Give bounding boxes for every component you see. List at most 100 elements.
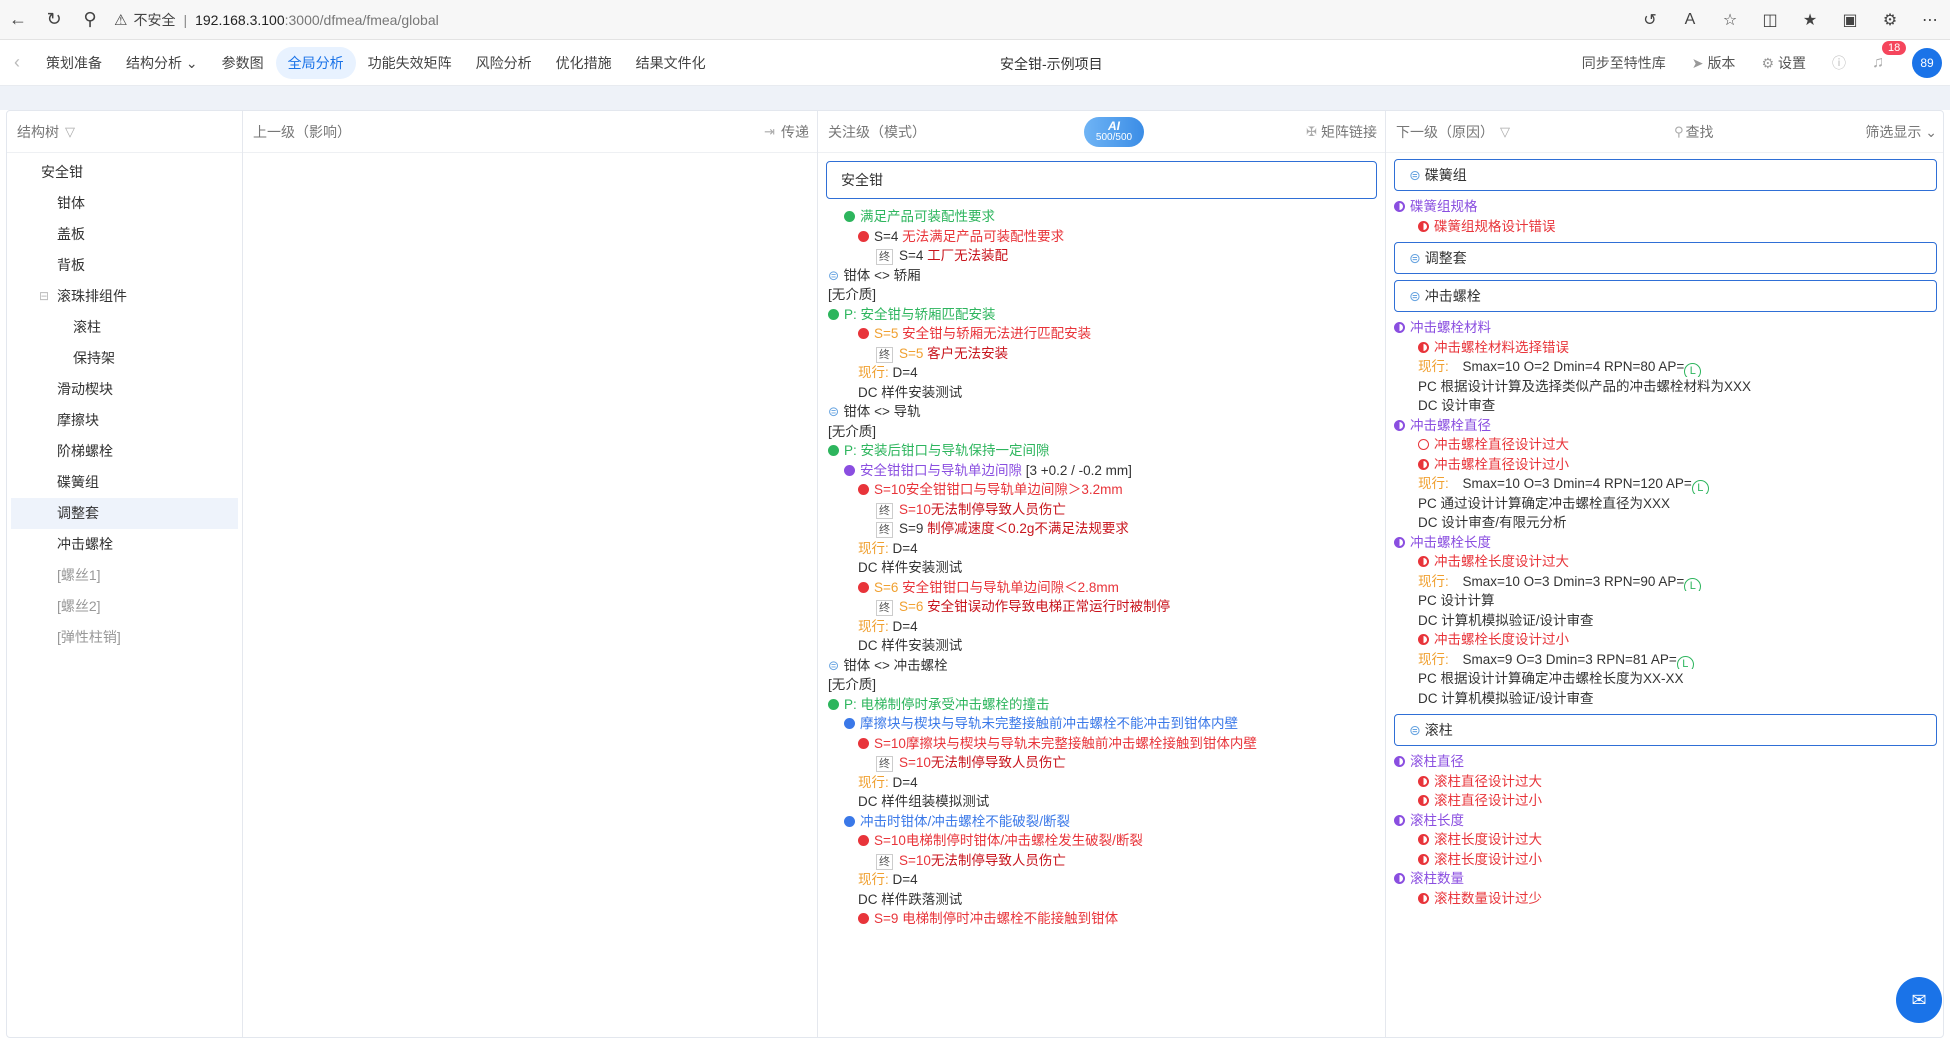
help-icon[interactable]: ⓘ (1832, 53, 1846, 73)
back-icon[interactable]: ← (0, 0, 36, 40)
fmea-line[interactable]: DC 样件组装模拟测试 (826, 792, 1377, 812)
tab-6[interactable]: 优化措施 (544, 47, 624, 79)
lower-element-box[interactable]: ⊜ 冲击螺栓 (1394, 280, 1937, 312)
tab-1[interactable]: 结构分析 ⌄ (114, 47, 210, 79)
fmea-line[interactable]: ⊜ 钳体 <> 导轨 (826, 402, 1377, 422)
version-button[interactable]: ➤ 版本 (1692, 53, 1736, 73)
fmea-line[interactable]: 摩擦块与楔块与导轨未完整接触前冲击螺栓不能冲击到钳体内壁 (826, 714, 1377, 734)
tree-item[interactable]: 滚柱 (11, 312, 238, 343)
cause-line[interactable]: 冲击螺栓长度设计过小 (1394, 630, 1937, 650)
tree-item[interactable]: [螺丝2] (11, 591, 238, 622)
fmea-line[interactable]: 终 S=6 安全钳误动作导致电梯正常运行时被制停 (826, 597, 1377, 617)
fmea-line[interactable]: DC 样件安装测试 (826, 383, 1377, 403)
cause-line[interactable]: 冲击螺栓材料 (1394, 318, 1937, 338)
cause-line[interactable]: DC 设计审查 (1394, 396, 1937, 416)
sync-button[interactable]: 同步至特性库 (1582, 53, 1666, 73)
chevron-left-icon[interactable]: ‹ (0, 52, 34, 73)
cause-line[interactable]: 滚柱数量设计过少 (1394, 889, 1937, 909)
tree-item[interactable]: 冲击螺栓 (11, 529, 238, 560)
cause-line[interactable]: 滚柱数量 (1394, 869, 1937, 889)
filter-display-dropdown[interactable]: 筛选显示 ⌄ (1865, 122, 1937, 142)
cause-line[interactable]: 冲击螺栓长度 (1394, 533, 1937, 553)
filter-icon[interactable]: ▽ (65, 124, 75, 140)
tab-5[interactable]: 风险分析 (464, 47, 544, 79)
lower-element-box[interactable]: ⊜ 碟簧组 (1394, 159, 1937, 191)
read-aloud-icon[interactable]: A (1670, 11, 1710, 29)
fmea-line[interactable]: S=5 安全钳与轿厢无法进行匹配安装 (826, 324, 1377, 344)
avatar[interactable]: 89 (1912, 48, 1942, 78)
fmea-line[interactable]: 终 S=10无法制停导致人员伤亡 (826, 753, 1377, 773)
tree-item[interactable]: 背板 (11, 250, 238, 281)
tab-2[interactable]: 参数图 (210, 47, 276, 79)
fmea-line[interactable]: 满足产品可装配性要求 (826, 207, 1377, 227)
fmea-line[interactable]: [无介质] (826, 675, 1377, 695)
cause-line[interactable]: 冲击螺栓直径设计过大 (1394, 435, 1937, 455)
tab-3[interactable]: 全局分析 (275, 46, 356, 79)
cause-line[interactable]: DC 计算机模拟验证/设计审查 (1394, 689, 1937, 709)
address-bar[interactable]: ⚠ 不安全 | 192.168.3.100:3000/dfmea/fmea/gl… (114, 5, 439, 35)
matrix-link-button[interactable]: ✠ 矩阵链接 (1300, 122, 1377, 142)
transfer-button[interactable]: ⇥ 传递 (758, 122, 809, 142)
fmea-line[interactable]: S=10摩擦块与楔块与导轨未完整接触前冲击螺栓接触到钳体内壁 (826, 734, 1377, 754)
cause-line[interactable]: 现行: Smax=10 O=2 Dmin=4 RPN=80 AP= L (1394, 357, 1937, 377)
tree-item[interactable]: 钳体 (11, 188, 238, 219)
lower-element-box[interactable]: ⊜ 调整套 (1394, 242, 1937, 274)
tree-item[interactable]: 摩擦块 (11, 405, 238, 436)
settings-button[interactable]: ⚙ 设置 (1761, 53, 1806, 73)
cause-line[interactable]: PC 设计计算 (1394, 591, 1937, 611)
fmea-line[interactable]: S=6 安全钳钳口与导轨单边间隙＜2.8mm (826, 578, 1377, 598)
cause-line[interactable]: 滚柱长度设计过大 (1394, 830, 1937, 850)
tab-7[interactable]: 结果文件化 (624, 47, 718, 79)
fmea-line[interactable]: P: 安装后钳口与导轨保持一定间隙 (826, 441, 1377, 461)
tree-item[interactable]: 滑动楔块 (11, 374, 238, 405)
focus-element-box[interactable]: 安全钳 (826, 161, 1377, 199)
cause-line[interactable]: PC 通过设计计算确定冲击螺栓直径为XXX (1394, 494, 1937, 514)
tree-item[interactable]: 安全钳 (11, 157, 238, 188)
cause-line[interactable]: DC 计算机模拟验证/设计审查 (1394, 611, 1937, 631)
collections-icon[interactable]: ▣ (1830, 10, 1870, 30)
fmea-line[interactable]: 终 S=5 客户无法安装 (826, 344, 1377, 364)
fmea-line[interactable]: 现行: D=4 (826, 617, 1377, 637)
filter-icon[interactable]: ▽ (1500, 124, 1510, 140)
chat-icon[interactable]: ✉ (1896, 977, 1942, 1023)
fmea-line[interactable]: 冲击时钳体/冲击螺栓不能破裂/断裂 (826, 812, 1377, 832)
cause-line[interactable]: 碟簧组规格 (1394, 197, 1937, 217)
search-button[interactable]: ⚲ 查找 (1668, 122, 1714, 142)
fmea-line[interactable]: DC 样件跌落测试 (826, 890, 1377, 910)
translate-icon[interactable]: ↺ (1630, 10, 1670, 30)
fmea-line[interactable]: 终 S=10无法制停导致人员伤亡 (826, 500, 1377, 520)
fmea-line[interactable]: [无介质] (826, 285, 1377, 305)
fmea-line[interactable]: 现行: D=4 (826, 363, 1377, 383)
fmea-line[interactable]: 终 S=4 工厂无法装配 (826, 246, 1377, 266)
tree-item[interactable]: 盖板 (11, 219, 238, 250)
tree-item[interactable]: 调整套 (11, 498, 238, 529)
favorites-icon[interactable]: ★ (1790, 10, 1830, 30)
fmea-line[interactable]: S=10安全钳钳口与导轨单边间隙＞3.2mm (826, 480, 1377, 500)
fmea-line[interactable]: ⊜ 钳体 <> 冲击螺栓 (826, 656, 1377, 676)
ai-button[interactable]: AI 500/500 (1084, 117, 1144, 147)
cause-line[interactable]: 现行: Smax=9 O=3 Dmin=3 RPN=81 AP= L (1394, 650, 1937, 669)
tree-item[interactable]: 碟簧组 (11, 467, 238, 498)
fmea-line[interactable]: 终 S=9 制停减速度＜0.2g不满足法规要求 (826, 519, 1377, 539)
fmea-line[interactable]: DC 样件安装测试 (826, 558, 1377, 578)
cause-line[interactable]: 冲击螺栓长度设计过大 (1394, 552, 1937, 572)
tree-item[interactable]: ⊟ 滚珠排组件 (11, 281, 238, 312)
cause-line[interactable]: 滚柱直径 (1394, 752, 1937, 772)
fmea-line[interactable]: 现行: D=4 (826, 539, 1377, 559)
fmea-line[interactable]: P: 安全钳与轿厢匹配安装 (826, 305, 1377, 325)
fmea-line[interactable]: S=4 无法满足产品可装配性要求 (826, 227, 1377, 247)
cause-line[interactable]: 滚柱直径设计过大 (1394, 772, 1937, 792)
more-icon[interactable]: ⋯ (1910, 10, 1950, 30)
cause-line[interactable]: 冲击螺栓直径设计过小 (1394, 455, 1937, 475)
fmea-line[interactable]: P: 电梯制停时承受冲击螺栓的撞击 (826, 695, 1377, 715)
cause-line[interactable]: 滚柱直径设计过小 (1394, 791, 1937, 811)
cause-line[interactable]: PC 根据设计计算及选择类似产品的冲击螺栓材料为XXX (1394, 377, 1937, 397)
cause-line[interactable]: PC 根据设计计算确定冲击螺栓长度为XX-XX (1394, 669, 1937, 689)
cause-line[interactable]: 冲击螺栓材料选择错误 (1394, 338, 1937, 358)
cause-line[interactable]: 滚柱长度设计过小 (1394, 850, 1937, 870)
fmea-line[interactable]: S=10电梯制停时钳体/冲击螺栓发生破裂/断裂 (826, 831, 1377, 851)
cause-line[interactable]: 现行: Smax=10 O=3 Dmin=3 RPN=90 AP= L (1394, 572, 1937, 591)
fmea-line[interactable]: DC 样件安装测试 (826, 636, 1377, 656)
fmea-line[interactable]: 安全钳钳口与导轨单边间隙 [3 +0.2 / -0.2 mm] (826, 461, 1377, 481)
split-screen-icon[interactable]: ◫ (1750, 10, 1790, 30)
